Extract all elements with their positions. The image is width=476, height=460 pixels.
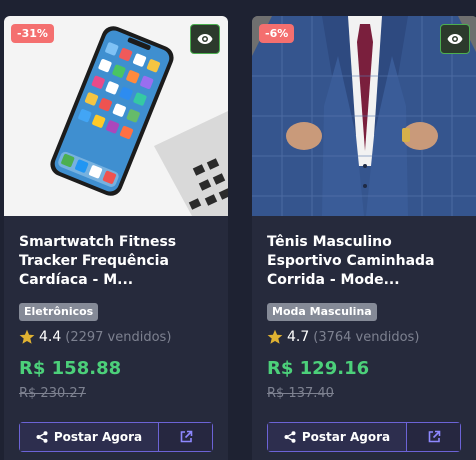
post-now-label: Postar Agora — [301, 430, 391, 444]
external-link-icon — [428, 430, 440, 443]
action-group: Postar Agora — [267, 422, 461, 452]
share-icon — [284, 431, 296, 443]
discount-badge: -31% — [11, 24, 54, 43]
sold-count: (2297 vendidos) — [65, 329, 172, 345]
product-card: -6% Tênis Masculino Esportivo Caminhada … — [252, 16, 476, 460]
star-icon — [267, 329, 283, 344]
product-title[interactable]: Smartwatch Fitness Tracker Frequência Ca… — [19, 233, 215, 290]
rating: 4.7 (3764 vendidos) — [267, 329, 419, 345]
post-now-button[interactable]: Postar Agora — [20, 423, 159, 451]
rating-value: 4.4 — [39, 329, 62, 345]
old-price: R$ 230.27 — [19, 386, 86, 401]
product-title[interactable]: Tênis Masculino Esportivo Caminhada Corr… — [267, 233, 463, 290]
eye-icon — [447, 34, 463, 44]
discount-badge: -6% — [259, 24, 295, 43]
price: R$ 158.88 — [19, 358, 122, 379]
preview-button[interactable] — [440, 24, 470, 54]
post-now-button[interactable]: Postar Agora — [268, 423, 407, 451]
open-link-button[interactable] — [407, 423, 460, 451]
sold-count: (3764 vendidos) — [313, 329, 420, 345]
external-link-icon — [180, 430, 192, 443]
rating: 4.4 (2297 vendidos) — [19, 329, 171, 345]
preview-button[interactable] — [190, 24, 220, 54]
eye-icon — [197, 34, 213, 44]
action-group: Postar Agora — [19, 422, 213, 452]
price: R$ 129.16 — [267, 358, 370, 379]
share-icon — [36, 431, 48, 443]
star-icon — [19, 329, 35, 344]
old-price: R$ 137.40 — [267, 386, 334, 401]
open-link-button[interactable] — [159, 423, 212, 451]
rating-value: 4.7 — [287, 329, 310, 345]
category-tag: Eletrônicos — [19, 303, 99, 321]
post-now-label: Postar Agora — [53, 430, 143, 444]
product-card: -31% Smartwatch Fitness Tracker Frequênc… — [4, 16, 228, 460]
category-tag: Moda Masculina — [267, 303, 377, 321]
